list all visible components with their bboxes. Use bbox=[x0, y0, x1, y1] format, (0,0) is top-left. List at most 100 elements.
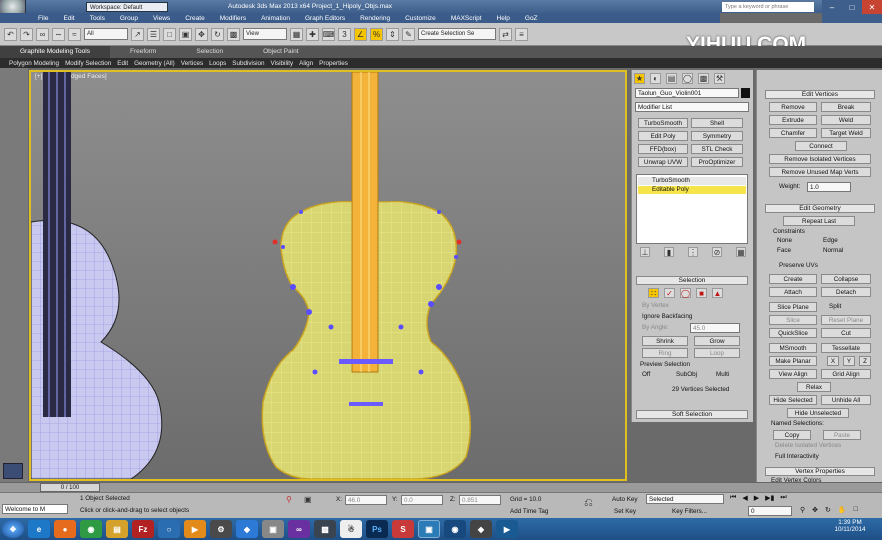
redo-icon[interactable]: ↷ bbox=[20, 27, 33, 41]
planar-z-button[interactable]: Z bbox=[859, 356, 871, 366]
by-angle-checkbox[interactable]: By Angle: bbox=[642, 324, 669, 331]
selection-filter-dropdown[interactable]: All bbox=[84, 28, 128, 40]
unwrap-uvw-button[interactable]: Unwrap UVW bbox=[638, 157, 688, 167]
maximize-icon[interactable]: □ bbox=[842, 0, 862, 14]
panel-align[interactable]: Align bbox=[299, 60, 313, 67]
delete-isolated-checkbox[interactable]: Delete Isolated Vertices bbox=[775, 442, 841, 449]
close-icon[interactable]: ✕ bbox=[862, 0, 882, 14]
object-name-field[interactable]: Taolun_Guo_Violin001 bbox=[635, 88, 739, 98]
preserve-uvs-checkbox[interactable]: Preserve UVs bbox=[779, 262, 818, 269]
cut-button[interactable]: Cut bbox=[821, 328, 871, 338]
spinner-snap-icon[interactable]: ⇕ bbox=[386, 27, 399, 41]
menu-graph-editors[interactable]: Graph Editors bbox=[305, 15, 345, 22]
edit-geometry-rollout-header[interactable]: Edit Geometry bbox=[765, 204, 875, 213]
play-icon[interactable]: ▶ bbox=[754, 494, 759, 504]
make-unique-icon[interactable]: ⋮ bbox=[688, 247, 698, 257]
split-checkbox[interactable]: Split bbox=[829, 303, 841, 310]
show-end-result-icon[interactable]: ▮ bbox=[664, 247, 674, 257]
element-mode-icon[interactable]: ▲ bbox=[712, 288, 723, 298]
named-selection-sets-dropdown[interactable]: Create Selection Se bbox=[418, 28, 496, 40]
undo-icon[interactable]: ↶ bbox=[4, 27, 17, 41]
planar-x-button[interactable]: X bbox=[827, 356, 839, 366]
auto-key-button[interactable]: Auto Key bbox=[612, 496, 638, 503]
weld-button[interactable]: Weld bbox=[821, 115, 871, 125]
add-time-tag-button[interactable]: Add Time Tag bbox=[510, 508, 548, 515]
folder-icon[interactable]: ▤ bbox=[106, 520, 128, 538]
snaps-toggle-icon[interactable]: 3 bbox=[338, 27, 351, 41]
menu-group[interactable]: Group bbox=[120, 15, 138, 22]
chrome-icon[interactable]: ◉ bbox=[80, 520, 102, 538]
media-icon[interactable]: ▶ bbox=[184, 520, 206, 538]
loop-button[interactable]: Loop bbox=[694, 348, 740, 358]
orbit-icon[interactable]: ↻ bbox=[825, 506, 831, 516]
pivot-center-icon[interactable]: ▦ bbox=[290, 27, 303, 41]
preview-multi-radio[interactable]: Multi bbox=[716, 371, 729, 378]
menu-rendering[interactable]: Rendering bbox=[360, 15, 390, 22]
remove-button[interactable]: Remove bbox=[769, 102, 817, 112]
constraint-normal-radio[interactable]: Normal bbox=[823, 247, 843, 254]
turbosmooth-button[interactable]: TurboSmooth bbox=[638, 118, 688, 128]
selection-rollout-header[interactable]: Selection bbox=[636, 276, 748, 285]
shell-button[interactable]: Shell bbox=[691, 118, 743, 128]
panel-loops[interactable]: Loops bbox=[209, 60, 226, 67]
prooptimizer-button[interactable]: ProOptimizer bbox=[691, 157, 743, 167]
configure-sets-icon[interactable]: ▦ bbox=[736, 247, 746, 257]
current-frame-input[interactable]: 0 bbox=[748, 506, 792, 516]
zoom-all-icon[interactable]: ✥ bbox=[812, 506, 818, 516]
modifier-list-dropdown[interactable]: Modifier List bbox=[635, 102, 749, 112]
maxscript-listener[interactable]: Welcome to M bbox=[2, 504, 68, 514]
panel-polygon-modeling[interactable]: Polygon Modeling bbox=[9, 60, 59, 67]
stack-item-turbosmooth[interactable]: TurboSmooth bbox=[638, 177, 746, 185]
vs-icon[interactable]: ∞ bbox=[288, 520, 310, 538]
menu-create[interactable]: Create bbox=[185, 15, 205, 22]
object-color-swatch[interactable] bbox=[741, 88, 750, 98]
quickslice-button[interactable]: QuickSlice bbox=[769, 328, 817, 338]
z-coord-input[interactable]: 0.851 bbox=[459, 495, 501, 505]
time-slider[interactable]: 0 / 100 bbox=[0, 482, 882, 492]
menu-modifiers[interactable]: Modifiers bbox=[220, 15, 246, 22]
planar-y-button[interactable]: Y bbox=[843, 356, 855, 366]
app-menu-button[interactable] bbox=[0, 0, 26, 13]
stl-check-button[interactable]: STL Check bbox=[691, 144, 743, 154]
slice-plane-button[interactable]: Slice Plane bbox=[769, 302, 817, 312]
time-slider-thumb[interactable]: 0 / 100 bbox=[40, 483, 100, 492]
key-icon[interactable]: ⎌ bbox=[584, 497, 593, 510]
network-icon[interactable]: ○ bbox=[158, 520, 180, 538]
photoshop-icon[interactable]: Ps bbox=[366, 520, 388, 538]
break-button[interactable]: Break bbox=[821, 102, 871, 112]
move-icon[interactable]: ✥ bbox=[195, 27, 208, 41]
unity-icon[interactable]: ◆ bbox=[470, 520, 492, 538]
edit-vertices-rollout-header[interactable]: Edit Vertices bbox=[765, 90, 875, 99]
panel-modify-selection[interactable]: Modify Selection bbox=[65, 60, 111, 67]
zbrush-icon[interactable]: ☃ bbox=[340, 520, 362, 538]
menu-tools[interactable]: Tools bbox=[90, 15, 105, 22]
hide-unselected-button[interactable]: Hide Unselected bbox=[787, 408, 849, 418]
set-key-button[interactable]: Set Key bbox=[614, 508, 636, 515]
preview-subobj-radio[interactable]: SubObj bbox=[676, 371, 697, 378]
search-input[interactable]: Type a keyword or phrase bbox=[722, 1, 814, 12]
maximize-viewport-icon[interactable]: □ bbox=[854, 506, 858, 516]
full-interactivity-checkbox[interactable]: Full Interactivity bbox=[775, 453, 819, 460]
settings-icon[interactable]: ⚙ bbox=[210, 520, 232, 538]
target-weld-button[interactable]: Target Weld bbox=[821, 128, 871, 138]
select-by-name-icon[interactable]: ☰ bbox=[147, 27, 160, 41]
shrink-button[interactable]: Shrink bbox=[642, 336, 688, 346]
prev-frame-icon[interactable]: ◀ bbox=[742, 494, 747, 504]
vertex-properties-rollout-header[interactable]: Vertex Properties bbox=[765, 467, 875, 476]
border-mode-icon[interactable]: ◯ bbox=[680, 288, 691, 298]
reset-plane-button[interactable]: Reset Plane bbox=[821, 315, 871, 325]
by-vertex-checkbox[interactable]: By Vertex bbox=[642, 302, 669, 309]
ignore-backfacing-checkbox[interactable]: Ignore Backfacing bbox=[642, 313, 692, 320]
panel-vertices[interactable]: Vertices bbox=[181, 60, 203, 67]
display-tab-icon[interactable]: ▩ bbox=[698, 73, 709, 84]
collapse-button[interactable]: Collapse bbox=[821, 274, 871, 284]
link-icon[interactable]: ∞ bbox=[36, 27, 49, 41]
viewport-thumbnail[interactable] bbox=[3, 463, 23, 479]
filezilla-icon[interactable]: Fz bbox=[132, 520, 154, 538]
extrude-button[interactable]: Extrude bbox=[769, 115, 817, 125]
zoom-icon[interactable]: ⚲ bbox=[800, 506, 805, 516]
hide-selected-button[interactable]: Hide Selected bbox=[769, 395, 817, 405]
constraint-face-radio[interactable]: Face bbox=[777, 247, 791, 254]
angle-input[interactable]: 45.0 bbox=[690, 323, 740, 333]
menu-help[interactable]: Help bbox=[497, 15, 510, 22]
